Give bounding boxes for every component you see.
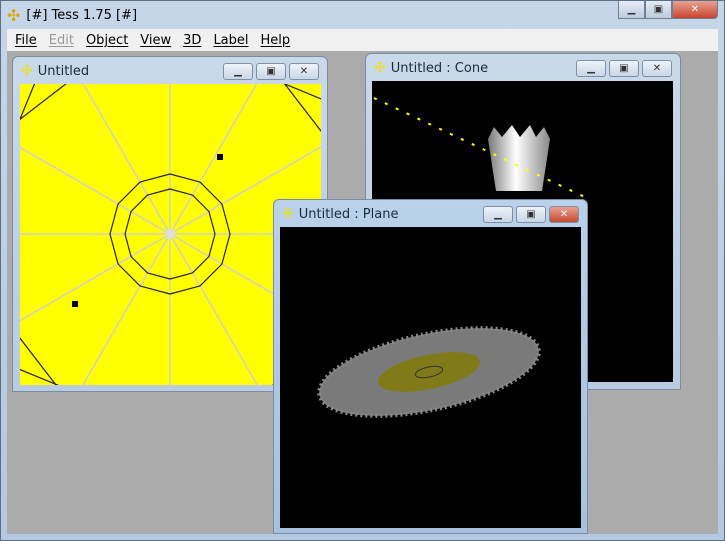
title-bar[interactable]: ✣ [#] Tess 1.75 [#] bbox=[1, 1, 724, 29]
minimize-button[interactable]: ▁ bbox=[576, 60, 606, 77]
minimize-button[interactable]: ▁ bbox=[618, 1, 645, 19]
app-title: [#] Tess 1.75 [#] bbox=[26, 7, 138, 23]
plane-window: ✣ Untitled : Plane ▁ ▣ ✕ bbox=[273, 199, 588, 534]
menu-label[interactable]: Label bbox=[207, 33, 254, 48]
tess-window-icon: ✣ bbox=[282, 206, 294, 222]
maximize-button[interactable]: ▣ bbox=[516, 206, 546, 223]
menu-help[interactable]: Help bbox=[255, 33, 297, 48]
menu-object[interactable]: Object bbox=[80, 33, 134, 48]
close-button[interactable]: ✕ bbox=[549, 206, 579, 223]
minimize-button[interactable]: ▁ bbox=[483, 206, 513, 223]
close-button[interactable]: ✕ bbox=[672, 1, 718, 19]
close-button[interactable]: ✕ bbox=[642, 60, 672, 77]
main-window: ✣ [#] Tess 1.75 [#] ▁ ▣ ✕ File Edit Obje… bbox=[0, 0, 725, 541]
menu-bar: File Edit Object View 3D Label Help bbox=[7, 29, 718, 51]
window-title: Untitled : Cone bbox=[390, 60, 489, 76]
menu-3d[interactable]: 3D bbox=[177, 33, 207, 48]
menu-edit[interactable]: Edit bbox=[43, 33, 80, 48]
maximize-button[interactable]: ▣ bbox=[645, 1, 672, 19]
maximize-button[interactable]: ▣ bbox=[256, 63, 286, 80]
tess-window-icon: ✣ bbox=[21, 63, 33, 79]
minimize-button[interactable]: ▁ bbox=[223, 63, 253, 80]
plane-render bbox=[317, 326, 541, 418]
tess-logo-icon: ✣ bbox=[7, 5, 21, 25]
close-button[interactable]: ✕ bbox=[289, 63, 319, 80]
maximize-button[interactable]: ▣ bbox=[609, 60, 639, 77]
menu-file[interactable]: File bbox=[9, 33, 43, 48]
window-title: Untitled bbox=[37, 63, 90, 79]
menu-view[interactable]: View bbox=[134, 33, 177, 48]
tess-window-icon: ✣ bbox=[374, 60, 386, 76]
window-title: Untitled : Plane bbox=[298, 206, 399, 222]
plane-canvas[interactable] bbox=[280, 227, 581, 528]
